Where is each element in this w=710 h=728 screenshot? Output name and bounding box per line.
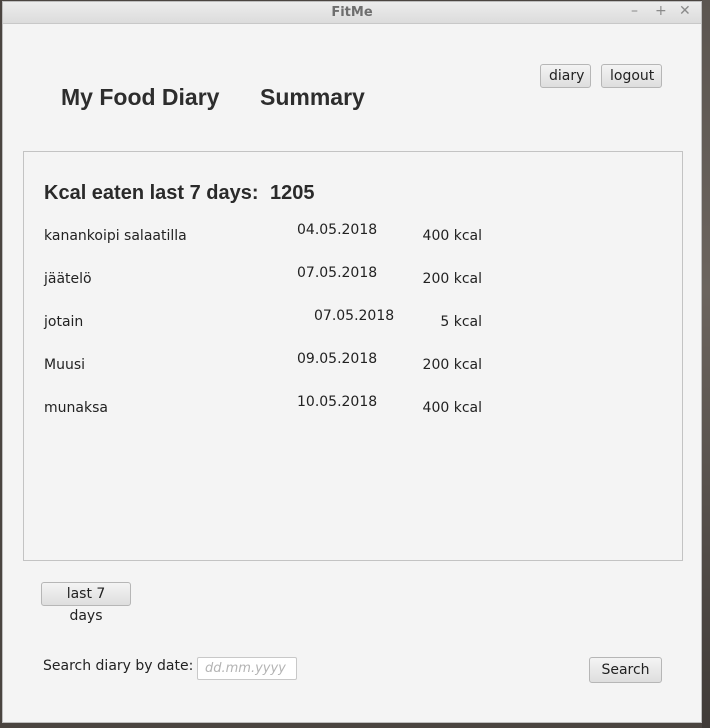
list-item: munaksa 10.05.2018 400 kcal (24, 392, 682, 422)
food-date: 07.05.2018 (297, 265, 378, 281)
food-name: Muusi (44, 357, 86, 373)
food-kcal: 5 kcal (440, 314, 482, 330)
food-name: jäätelö (44, 271, 92, 287)
food-kcal: 400 kcal (422, 228, 482, 244)
desktop-background (702, 0, 710, 728)
kcal-total: 1205 (270, 182, 315, 204)
list-item: kanankoipi salaatilla 04.05.2018 400 kca… (24, 220, 682, 250)
summary-heading: Summary (260, 84, 365, 110)
food-kcal: 400 kcal (422, 400, 482, 416)
food-date: 09.05.2018 (297, 351, 378, 367)
food-kcal: 200 kcal (422, 271, 482, 287)
title-bar: FitMe – + ✕ (3, 2, 701, 24)
food-kcal: 200 kcal (422, 357, 482, 373)
app-window: FitMe – + ✕ My Food Diary Summary diary … (2, 1, 702, 723)
food-date: 07.05.2018 (314, 308, 395, 324)
close-icon[interactable]: ✕ (679, 3, 691, 19)
food-date: 04.05.2018 (297, 222, 378, 238)
kcal-heading: Kcal eaten last 7 days: (44, 182, 259, 204)
search-label: Search diary by date: (43, 658, 194, 674)
food-date: 10.05.2018 (297, 394, 378, 410)
my-food-diary-heading: My Food Diary (61, 84, 220, 110)
last-7-days-button[interactable]: last 7 days (41, 582, 131, 624)
diary-button[interactable]: diary (540, 64, 591, 88)
date-search-input[interactable] (197, 657, 297, 680)
list-item: jotain 07.05.2018 5 kcal (24, 306, 682, 336)
food-name: jotain (44, 314, 84, 330)
food-name: munaksa (44, 400, 108, 416)
window-title: FitMe (331, 5, 373, 20)
summary-panel: Kcal eaten last 7 days: 1205 kanankoipi … (23, 151, 683, 561)
logout-button[interactable]: logout (601, 64, 662, 88)
food-name: kanankoipi salaatilla (44, 228, 187, 244)
search-button[interactable]: Search (589, 657, 662, 683)
minimize-icon[interactable]: – (631, 3, 638, 19)
maximize-icon[interactable]: + (655, 3, 667, 19)
list-item: jäätelö 07.05.2018 200 kcal (24, 263, 682, 293)
list-item: Muusi 09.05.2018 200 kcal (24, 349, 682, 379)
